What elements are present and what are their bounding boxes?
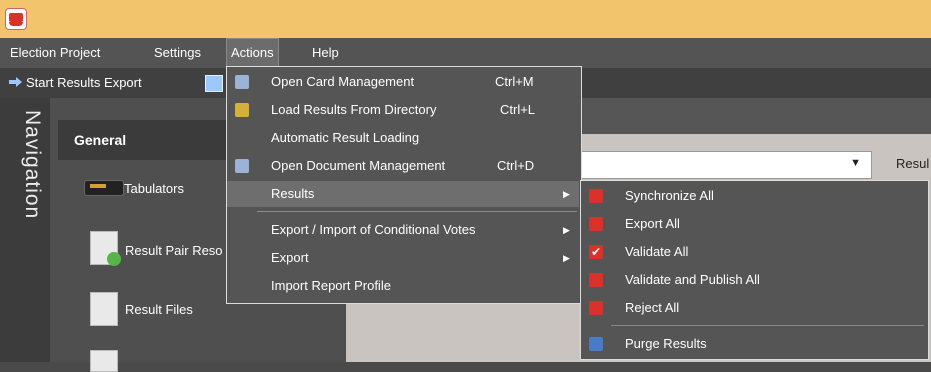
label: Import Report Profile — [271, 278, 391, 293]
menu-load-results-from-directory[interactable]: Load Results From Directory Ctrl+L — [227, 97, 579, 123]
label: Validate and Publish All — [625, 272, 760, 287]
chevron-right-icon: ▶ — [563, 225, 570, 235]
result-files-icon — [90, 292, 118, 326]
title-bar — [0, 0, 931, 38]
general-group-label: General — [74, 132, 127, 148]
menu-automatic-result-loading[interactable]: Automatic Result Loading — [227, 125, 579, 151]
shortcut: Ctrl+D — [497, 158, 535, 173]
menu-export[interactable]: Export ▶ — [227, 245, 579, 271]
label: Reject All — [625, 300, 680, 315]
menu-open-document-management[interactable]: Open Document Management Ctrl+D — [227, 153, 579, 179]
menu-settings[interactable]: Settings — [150, 38, 205, 68]
label: Validate All — [625, 244, 689, 259]
label: Load Results From Directory — [271, 102, 437, 117]
chevron-right-icon: ▶ — [563, 253, 570, 263]
navigation-title: Navigation — [21, 110, 44, 220]
label: Synchronize All — [625, 188, 714, 203]
nav-item-tabulators[interactable]: Tabulators — [124, 181, 184, 196]
publish-icon — [589, 273, 603, 287]
menu-open-card-management[interactable]: Open Card Management Ctrl+M — [227, 69, 579, 95]
menu-export-import-conditional-votes[interactable]: Export / Import of Conditional Votes ▶ — [227, 217, 579, 243]
toolbar-grid-icon[interactable] — [205, 75, 223, 92]
check-icon: ✔ — [589, 245, 603, 259]
check-badge-icon — [107, 252, 121, 266]
shortcut: Ctrl+L — [500, 102, 536, 117]
separator — [257, 211, 577, 212]
menu-bar: Election Project Settings Actions Help — [0, 38, 931, 68]
label: Purge Results — [625, 336, 707, 351]
export-icon — [589, 217, 603, 231]
label: Automatic Result Loading — [271, 130, 420, 145]
menu-help[interactable]: Help — [308, 38, 343, 68]
menu-election-project[interactable]: Election Project — [6, 38, 104, 68]
start-results-export-button[interactable]: Start Results Export — [26, 75, 142, 90]
reject-icon — [589, 301, 603, 315]
label: Export All — [625, 216, 680, 231]
chevron-right-icon: ▶ — [563, 189, 570, 199]
purge-icon — [589, 337, 603, 351]
nav-item-result-pair-resolution[interactable]: Result Pair Reso — [125, 243, 223, 258]
results-label: Resul — [896, 156, 930, 171]
label: Export / Import of Conditional Votes — [271, 222, 476, 237]
document-management-icon — [235, 159, 249, 173]
tabulator-icon — [84, 180, 124, 196]
synchronize-icon — [589, 189, 603, 203]
label: Open Card Management — [271, 74, 415, 89]
results-submenu: Synchronize All Export All ✔ Validate Al… — [580, 180, 929, 360]
label: Results — [271, 186, 315, 201]
nav-item-partial-icon — [90, 350, 118, 372]
menu-synchronize-all[interactable]: Synchronize All — [581, 183, 926, 209]
label: Export — [271, 250, 309, 265]
menu-validate-all[interactable]: ✔ Validate All — [581, 239, 926, 265]
menu-reject-all[interactable]: Reject All — [581, 295, 926, 321]
label: Open Document Management — [271, 158, 446, 173]
actions-menu: Open Card Management Ctrl+M Load Results… — [226, 66, 582, 304]
separator — [611, 325, 924, 326]
card-management-icon — [235, 75, 249, 89]
menu-validate-and-publish-all[interactable]: Validate and Publish All — [581, 267, 926, 293]
menu-export-all[interactable]: Export All — [581, 211, 926, 237]
app-icon — [6, 9, 26, 29]
chevron-down-icon[interactable]: ▼ — [850, 157, 861, 169]
shortcut: Ctrl+M — [495, 74, 534, 89]
tabulator-slot — [90, 184, 106, 188]
selector-dropdown[interactable]: ▼ — [548, 151, 872, 179]
menu-actions[interactable]: Actions — [226, 38, 279, 68]
menu-import-report-profile[interactable]: Import Report Profile — [227, 273, 579, 299]
folder-icon — [235, 103, 249, 117]
menu-purge-results[interactable]: Purge Results — [581, 331, 926, 357]
menu-results[interactable]: Results ▶ — [227, 181, 579, 207]
export-arrow-icon — [8, 75, 22, 89]
nav-item-result-files[interactable]: Result Files — [125, 302, 193, 317]
